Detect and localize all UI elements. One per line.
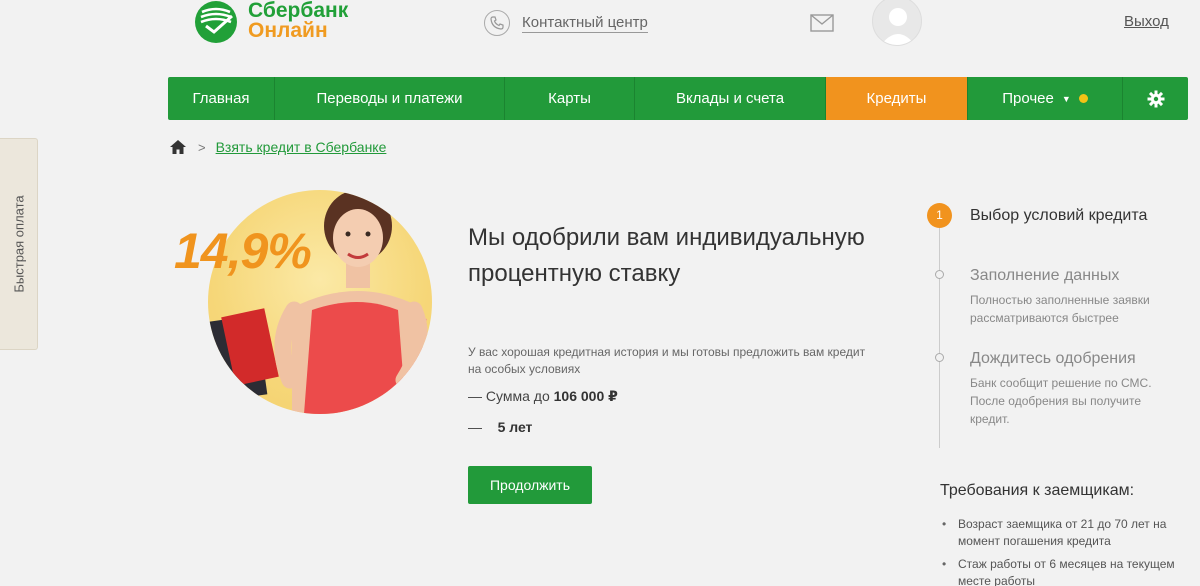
nav-item-label: Вклады и счета	[675, 90, 785, 107]
continue-button[interactable]: Продолжить	[468, 466, 592, 504]
notification-dot	[1078, 94, 1088, 103]
offer-description: У вас хорошая кредитная история и мы гот…	[468, 345, 866, 376]
nav-item-transfers[interactable]: Переводы и платежи	[275, 77, 505, 120]
contact-center-link[interactable]: Контактный центр	[522, 14, 648, 33]
offer-heading: Мы одобрили вам индивидуальную процентну…	[468, 224, 865, 287]
step-3-description: Банк сообщит решение по СМС. После одобр…	[970, 376, 1152, 426]
nav-item-label: Переводы и платежи	[316, 90, 463, 107]
term-value: 5 лет	[497, 419, 533, 435]
nav-item-main[interactable]: Главная	[168, 77, 275, 120]
nav-item-deposits[interactable]: Вклады и счета	[635, 77, 826, 120]
home-icon[interactable]	[170, 140, 186, 154]
requirements-title: Требования к заемщикам:	[940, 482, 1135, 499]
requirements-list: Возраст заемщика от 21 до 70 лет на моме…	[940, 516, 1180, 586]
interest-rate: 14,9%	[174, 223, 312, 279]
sberbank-logo[interactable]: Сбербанк Онлайн	[192, 0, 348, 44]
logo-line2: Онлайн	[248, 19, 328, 42]
chevron-right-icon: >	[198, 139, 206, 155]
term-prefix: —	[468, 419, 482, 435]
step-2-description: Полностью заполненные заявки рассматрива…	[970, 293, 1150, 325]
step-1-title: Выбор условий кредита	[970, 207, 1148, 224]
logo-text: Сбербанк Онлайн	[248, 0, 349, 42]
caret-down-icon: ▼	[1061, 93, 1071, 104]
step-dot	[935, 270, 944, 279]
phone-icon	[484, 10, 510, 36]
nav-item-other[interactable]: Прочее ▼	[968, 77, 1123, 120]
main-nav: Главная Переводы и платежи Карты Вклады …	[168, 77, 1188, 120]
logo-line1: Сбербанк	[248, 0, 349, 22]
step-dot	[935, 353, 944, 362]
nav-item-label: Прочее	[1002, 90, 1054, 107]
contact-center[interactable]: Контактный центр	[484, 10, 648, 36]
breadcrumb: > Взять кредит в Сбербанке	[170, 139, 386, 155]
term-line: — 5 лет	[468, 419, 532, 435]
breadcrumb-link[interactable]: Взять кредит в Сбербанке	[216, 139, 387, 155]
list-item: Возраст заемщика от 21 до 70 лет на моме…	[940, 516, 1180, 550]
settings-button[interactable]	[1123, 77, 1188, 120]
nav-item-label: Карты	[548, 90, 591, 107]
nav-item-credits[interactable]: Кредиты	[826, 77, 968, 120]
amount-prefix: — Сумма до	[468, 388, 550, 404]
step-3-title: Дождитесь одобрения	[970, 350, 1136, 367]
sberbank-logo-icon	[192, 0, 240, 44]
quick-pay-tab[interactable]: Быстрая оплата	[0, 138, 38, 350]
gear-icon	[1147, 90, 1164, 107]
nav-item-cards[interactable]: Карты	[505, 77, 635, 120]
step-2-title: Заполнение данных	[970, 267, 1120, 284]
logout-link[interactable]: Выход	[1124, 13, 1169, 30]
amount-value: 106 000 ₽	[553, 388, 618, 404]
step-number-badge: 1	[927, 203, 952, 228]
nav-item-label: Главная	[192, 90, 250, 107]
quick-pay-label: Быстрая оплата	[11, 195, 26, 293]
steps-connector	[939, 228, 940, 448]
avatar[interactable]	[872, 0, 922, 46]
mail-icon[interactable]	[810, 14, 834, 32]
amount-line: — Сумма до 106 000 ₽	[468, 388, 618, 405]
nav-item-label: Кредиты	[866, 90, 927, 107]
list-item: Стаж работы от 6 месяцев на текущем мест…	[940, 556, 1180, 586]
